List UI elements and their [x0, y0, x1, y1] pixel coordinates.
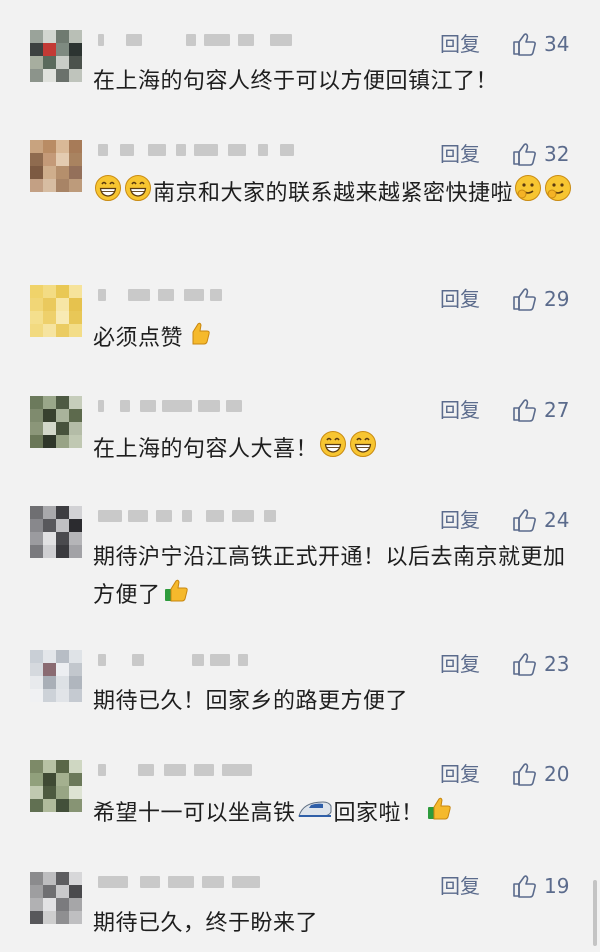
reply-button[interactable]: 回复 — [440, 872, 480, 900]
comment-body: 必须点赞 — [93, 326, 184, 351]
like-count: 24 — [544, 508, 570, 532]
reply-button[interactable]: 回复 — [440, 760, 480, 788]
comment-text: 在上海的句容人终于可以方便回镇江了！ — [93, 64, 583, 100]
thumbs-up-icon — [184, 319, 212, 359]
comment-body: 在上海的句容人大喜！ — [93, 437, 319, 462]
like-count: 19 — [544, 874, 570, 898]
comment-body: 期待已久！回家乡的路更方便了 — [93, 689, 409, 714]
comment-body: 在上海的句容人终于可以方便回镇江了！ — [93, 69, 499, 94]
avatar[interactable] — [30, 872, 82, 924]
like-count: 20 — [544, 762, 570, 786]
like-count: 34 — [544, 32, 570, 56]
avatar[interactable] — [30, 506, 82, 558]
comment-text: 希望十一可以坐高铁 回家啦！ — [93, 794, 583, 834]
like-count: 27 — [544, 398, 570, 422]
comment-text: 在上海的句容人大喜！ — [93, 430, 583, 470]
reply-button[interactable]: 回复 — [440, 650, 480, 678]
comment-text: 期待已久，终于盼来了 — [93, 906, 583, 942]
scrollbar[interactable] — [593, 880, 597, 946]
comment-text: 期待已久！回家乡的路更方便了 — [93, 684, 583, 720]
comment-body-continued: 回家啦！ — [333, 801, 424, 826]
ok-hand-face-icon — [514, 174, 542, 214]
avatar[interactable] — [30, 140, 82, 192]
comment-text: 南京和大家的联系越来越紧密快捷啦 — [93, 174, 583, 214]
avatar[interactable] — [30, 650, 82, 702]
comment-text: 期待沪宁沿江高铁正式开通！以后去南京就更加方便了 — [93, 540, 583, 616]
comment-body: 希望十一可以坐高铁 — [93, 801, 296, 826]
grin-icon — [94, 174, 122, 214]
reply-button[interactable]: 回复 — [440, 396, 480, 424]
grin-icon — [124, 174, 152, 214]
avatar[interactable] — [30, 30, 82, 82]
like-count: 32 — [544, 142, 570, 166]
avatar[interactable] — [30, 285, 82, 337]
comment-body: 南京和大家的联系越来越紧密快捷啦 — [153, 181, 514, 206]
comment-body: 期待已久，终于盼来了 — [93, 911, 319, 936]
like-count: 23 — [544, 652, 570, 676]
thumbs-up-icon-green — [425, 794, 453, 834]
train-icon — [297, 794, 333, 834]
ok-hand-face-icon — [544, 174, 572, 214]
reply-button[interactable]: 回复 — [440, 30, 480, 58]
avatar[interactable] — [30, 760, 82, 812]
thumbs-up-icon-green — [162, 576, 190, 616]
reply-button[interactable]: 回复 — [440, 506, 480, 534]
comment-text: 必须点赞 — [93, 319, 583, 359]
reply-button[interactable]: 回复 — [440, 285, 480, 313]
reply-button[interactable]: 回复 — [440, 140, 480, 168]
grin-icon-2 — [349, 430, 377, 470]
like-count: 29 — [544, 287, 570, 311]
avatar[interactable] — [30, 396, 82, 448]
grin-icon-2 — [319, 430, 347, 470]
